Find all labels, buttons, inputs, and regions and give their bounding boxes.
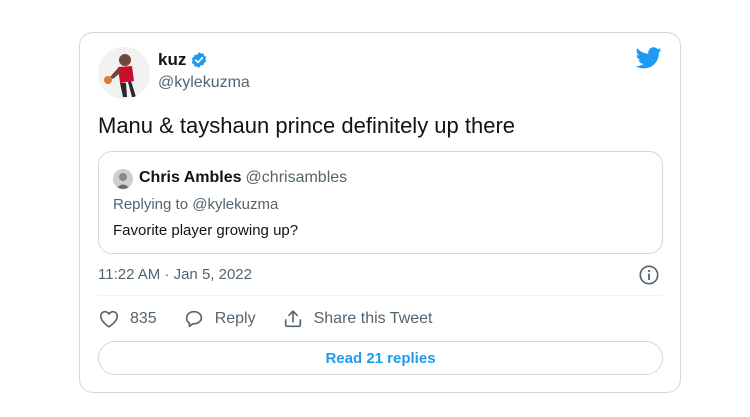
replying-prefix: Replying to bbox=[113, 196, 189, 213]
reply-label: Reply bbox=[214, 310, 256, 327]
quoted-author-avatar bbox=[113, 169, 133, 189]
share-label: Share this Tweet bbox=[313, 310, 433, 327]
tweet-timestamp[interactable]: 11:22 AM · Jan 5, 2022 bbox=[98, 266, 252, 283]
reply-bubble-icon bbox=[185, 310, 202, 328]
info-icon[interactable] bbox=[638, 264, 660, 286]
read-replies-button[interactable]: Read 21 replies bbox=[98, 341, 663, 375]
like-count: 835 bbox=[130, 310, 157, 327]
like-button[interactable]: 835 bbox=[98, 308, 157, 330]
quoted-tweet[interactable]: Chris Ambles @chrisambles Replying to @ky… bbox=[98, 151, 663, 254]
quoted-author-name: Chris Ambles bbox=[139, 169, 242, 186]
author-handle[interactable]: @kylekuzma bbox=[158, 74, 250, 92]
replying-to-handle[interactable]: @kylekuzma bbox=[192, 196, 278, 213]
quoted-author-handle: @chrisambles bbox=[245, 169, 348, 186]
tweet-text: Manu & tayshaun prince definitely up the… bbox=[98, 113, 516, 138]
tweet-actions: 835 Reply Share this Tweet bbox=[98, 307, 459, 331]
author-display-name[interactable]: kuz bbox=[158, 50, 186, 70]
quoted-header: Chris Ambles @chrisambles bbox=[139, 169, 347, 187]
share-upload-icon bbox=[284, 310, 301, 328]
share-button[interactable]: Share this Tweet bbox=[282, 308, 433, 330]
embedded-tweet-card: kuz @kylekuzma Manu & tayshaun prince de… bbox=[79, 32, 681, 393]
author-name-row[interactable]: kuz bbox=[158, 50, 208, 70]
reply-button[interactable]: Reply bbox=[183, 308, 256, 330]
twitter-bird-icon[interactable] bbox=[636, 47, 662, 69]
quoted-tweet-text: Favorite player growing up? bbox=[113, 222, 299, 239]
heart-icon bbox=[99, 310, 119, 328]
author-avatar[interactable] bbox=[98, 47, 150, 99]
verified-badge-icon bbox=[192, 52, 207, 68]
quoted-replying-to: Replying to @kylekuzma bbox=[113, 196, 278, 213]
divider bbox=[98, 295, 662, 296]
